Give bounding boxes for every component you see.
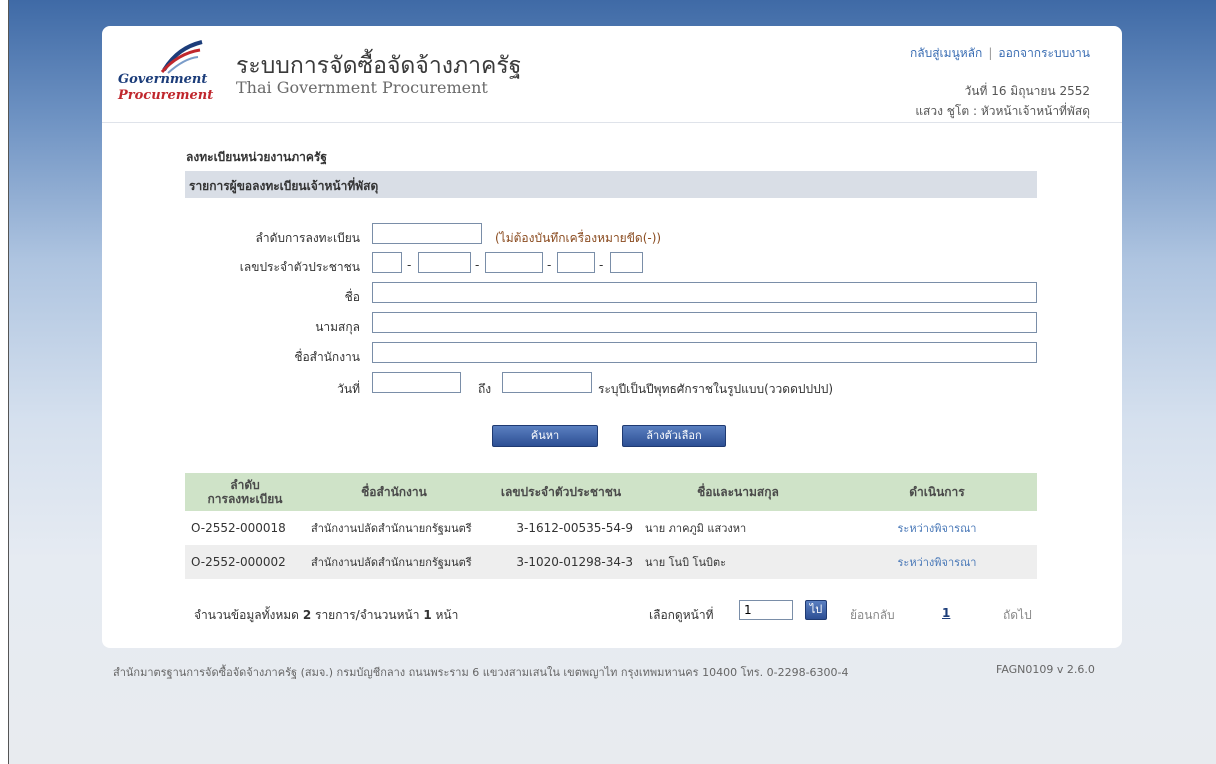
page-count: 1 [423,608,432,622]
office-input[interactable] [372,342,1037,363]
record-count-summary: จำนวนข้อมูลทั้งหมด 2 รายการ/จำนวนหน้า 1 … [194,606,458,625]
user-info: แสวง ชูโต : หัวหน้าเจ้าหน้าที่พัสดุ [915,104,1090,118]
logout-link[interactable]: ออกจากระบบงาน [998,46,1090,60]
first-name-input[interactable] [372,282,1037,303]
main-panel: Government Procurement ระบบการจัดซื้อจัด… [102,26,1122,648]
col-header-office: ชื่อสำนักงาน [305,473,483,511]
goto-page-label: เลือกดูหน้าที่ [649,608,714,622]
subsection-bar: รายการผู้ขอลงทะเบียนเจ้าหน้าที่พัสดุ [185,171,1037,198]
results-table: ลำดับ การลงทะเบียน ชื่อสำนักงาน เลขประจำ… [185,473,1037,579]
citizen-id-part2-input[interactable] [418,252,471,273]
total-suffix: หน้า [435,608,459,622]
logo-text-procurement: Procurement [118,88,214,103]
cell-reg-no: O-2552-000002 [185,545,305,579]
col-header-name: ชื่อและนามสกุล [639,473,837,511]
table-header-row: ลำดับ การลงทะเบียน ชื่อสำนักงาน เลขประจำ… [185,473,1037,511]
cell-name: นาย โนบิ โนบิตะ [639,545,837,579]
table-row: O-2552-000002 สำนักงานปลัดสำนักนายกรัฐมน… [185,545,1037,579]
total-prefix: จำนวนข้อมูลทั้งหมด [194,608,299,622]
date-to-label: ถึง [478,382,492,396]
last-name-input[interactable] [372,312,1037,333]
col-header-reg-no: ลำดับ การลงทะเบียน [185,473,305,511]
footer-address: สำนักมาตรฐานการจัดซื้อจัดจ้างภาครัฐ (สมจ… [113,666,849,679]
first-name-label: ชื่อ [344,290,360,304]
date-to-input[interactable] [502,372,592,393]
last-name-label: นามสกุล [315,320,360,334]
footer-version: FAGN0109 v 2.6.0 [996,663,1095,676]
current-date: วันที่ 16 มิถุนายน 2552 [964,84,1090,98]
logo-text-government: Government [118,72,208,87]
total-mid: รายการ/จำนวนหน้า [315,608,420,622]
dash-separator: - [475,258,480,272]
cell-office: สำนักงานปลัดสำนักนายกรัฐมนตรี [305,511,483,545]
total-count: 2 [302,608,312,622]
top-links: กลับสู่เมนูหลัก | ออกจากระบบงาน [910,44,1090,63]
goto-page-input[interactable] [739,600,793,620]
citizen-id-part4-input[interactable] [557,252,595,273]
dash-separator: - [599,258,604,272]
cell-office: สำนักงานปลัดสำนักนายกรัฐมนตรี [305,545,483,579]
col-header-citizen-id: เลขประจำตัวประชาชน [483,473,639,511]
citizen-id-label: เลขประจำตัวประชาชน [239,260,360,274]
gprocurement-logo: Government Procurement [116,40,226,103]
reg-no-hint: (ไม่ต้องบันทึกเครื่องหมายขีด(-)) [495,231,662,245]
action-link-under-review[interactable]: ระหว่างพิจารณา [837,545,1037,579]
col-header-action: ดำเนินการ [837,473,1037,511]
reg-no-input[interactable] [372,223,482,244]
subsection-title: รายการผู้ขอลงทะเบียนเจ้าหน้าที่พัสดุ [189,179,379,193]
date-format-hint: ระบุปีเป็นปีพุทธศักราชในรูปแบบ(ววดดปปปป) [598,382,834,396]
table-row: O-2552-000018 สำนักงานปลัดสำนักนายกรัฐมน… [185,511,1037,545]
page-1-link[interactable]: 1 [942,606,950,620]
go-button[interactable]: ไป [805,600,827,620]
citizen-id-part5-input[interactable] [610,252,643,273]
cell-reg-no: O-2552-000018 [185,511,305,545]
date-from-input[interactable] [372,372,461,393]
dash-separator: - [547,258,552,272]
action-link-under-review[interactable]: ระหว่างพิจารณา [837,511,1037,545]
date-label: วันที่ [337,382,360,396]
dash-separator: - [407,258,412,272]
back-link[interactable]: ย้อนกลับ [850,606,895,625]
citizen-id-part1-input[interactable] [372,252,402,273]
search-button[interactable]: ค้นหา [492,425,598,447]
cell-citizen-id: 3-1612-00535-54-9 [483,511,639,545]
office-label: ชื่อสำนักงาน [294,350,360,364]
section-title: ลงทะเบียนหน่วยงานภาครัฐ [186,150,327,164]
clear-selection-button[interactable]: ล้างตัวเลือก [622,425,726,447]
cell-name: นาย ภาคภูมิ แสวงหา [639,511,837,545]
header-divider [102,122,1122,123]
citizen-id-part3-input[interactable] [485,252,543,273]
next-link[interactable]: ถัดไป [1003,606,1032,625]
link-separator: | [988,46,993,60]
main-menu-link[interactable]: กลับสู่เมนูหลัก [910,46,982,60]
cell-citizen-id: 3-1020-01298-34-3 [483,545,639,579]
app-title-english: Thai Government Procurement [236,78,488,97]
reg-no-label: ลำดับการลงทะเบียน [255,231,360,245]
